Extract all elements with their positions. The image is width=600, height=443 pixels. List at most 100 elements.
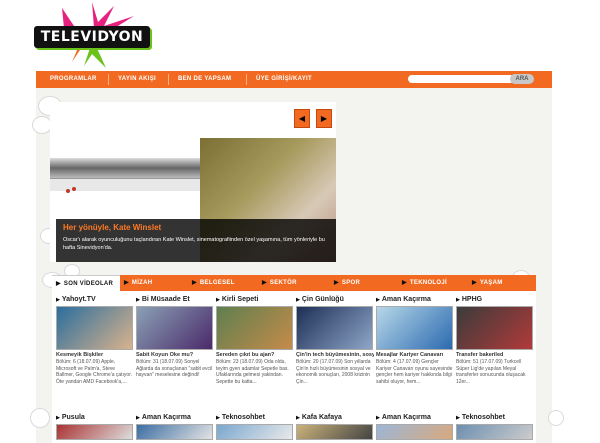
cloud-decoration: [30, 408, 50, 428]
video-card[interactable]: ▶ Teknosohbet: [216, 413, 294, 440]
card-headline[interactable]: Sereden çıkıt bu ajan?: [216, 352, 294, 359]
triangle-right-icon: ▶: [56, 281, 61, 287]
card-program-title[interactable]: ▶ Bi Müsaade Et: [136, 295, 214, 305]
tab-label: SPOR: [341, 280, 361, 286]
feature-image-table: [50, 158, 218, 178]
tab-teknoloji[interactable]: ▶ TEKNOLOJİ: [402, 275, 447, 291]
card-headline[interactable]: Sabit Koyun Oke mu?: [136, 352, 214, 359]
feature-caption[interactable]: Her yönüyle, Kate Winslet Oscar'ı alarak…: [56, 219, 336, 262]
card-headline[interactable]: Kesmeyik Bişkiler: [56, 352, 134, 359]
search-input[interactable]: [408, 75, 514, 83]
tab-mizah[interactable]: ▶ MİZAH: [124, 275, 152, 291]
video-card[interactable]: ▶ Aman Kaçırma: [376, 413, 454, 440]
triangle-right-icon: ▶: [456, 297, 460, 303]
card-thumbnail[interactable]: [216, 306, 293, 350]
nav-item-ben-de-yapsam[interactable]: BEN DE YAPSAM: [178, 71, 231, 88]
card-program-title[interactable]: ▶ Teknosohbet: [456, 413, 534, 423]
card-program-title-text: Teknosohbet: [221, 414, 265, 421]
nav-item-uye-girisi[interactable]: ÜYE GİRİŞİ/KAYIT: [256, 71, 312, 88]
triangle-right-icon: ▶: [376, 297, 380, 303]
triangle-right-icon: ▶: [56, 297, 60, 303]
category-tabs: ▶ SON VİDEOLAR ▶ MİZAH ▶ BELGESEL ▶ SEKTÖR ▶…: [52, 275, 536, 291]
tab-son-videolar[interactable]: ▶ SON VİDEOLAR: [52, 275, 120, 291]
video-card[interactable]: ▶ Teknosohbet: [456, 413, 534, 440]
triangle-right-icon: ▶: [456, 415, 460, 421]
cloud-decoration: [32, 116, 52, 134]
nav-item-programlar[interactable]: PROGRAMLAR: [50, 71, 97, 88]
nav-separator: [246, 74, 247, 85]
tab-spor[interactable]: ▶ SPOR: [334, 275, 360, 291]
card-program-title[interactable]: ▶ Yahoyt.TV: [56, 295, 134, 305]
tab-label: BELGESEL: [199, 280, 235, 286]
card-program-title[interactable]: ▶ Çin Günlüğü: [296, 295, 374, 305]
card-description: Bölüm: 6 (18.07.09) Apple, Microsoft ve …: [56, 359, 132, 385]
card-thumbnail[interactable]: [136, 424, 213, 440]
card-thumbnail[interactable]: [456, 306, 533, 350]
video-card[interactable]: ▶ Yahoyt.TV Kesmeyik Bişkiler Bölüm: 6 (18.…: [56, 295, 134, 392]
video-card[interactable]: ▶ Kirli Sepeti Sereden çıkıt bu ajan? Bölüm…: [216, 295, 294, 392]
video-card[interactable]: ▶ Kafa Kafaya: [296, 413, 374, 440]
tab-label: SEKTÖR: [269, 280, 297, 286]
card-thumbnail[interactable]: [136, 306, 213, 350]
nav-separator: [108, 74, 109, 85]
card-thumbnail[interactable]: [376, 306, 453, 350]
tab-belgesel[interactable]: ▶ BELGESEL: [192, 275, 235, 291]
card-thumbnail[interactable]: [456, 424, 533, 440]
card-program-title[interactable]: ▶ Aman Kaçırma: [376, 413, 454, 423]
triangle-right-icon: ▶: [376, 415, 380, 421]
card-program-title-text: Teknosohbet: [461, 414, 505, 421]
card-program-title-text: Kirli Sepeti: [221, 296, 259, 303]
card-thumbnail[interactable]: [296, 306, 373, 350]
slider-next-button[interactable]: ▶: [316, 109, 332, 128]
video-card[interactable]: ▶ Çin Günlüğü Çin'in tech büyümesinin, sos…: [296, 295, 374, 392]
card-program-title[interactable]: ▶ Teknosohbet: [216, 413, 294, 423]
card-thumbnail[interactable]: [296, 424, 373, 440]
video-card[interactable]: ▶ Aman Kaçırma: [136, 413, 214, 440]
card-program-title-text: Yahoyt.TV: [61, 296, 96, 303]
card-program-title-text: Aman Kaçırma: [381, 296, 431, 303]
card-program-title[interactable]: ▶ Pusula: [56, 413, 134, 423]
triangle-right-icon: ▶: [296, 415, 300, 421]
video-card[interactable]: ▶ HPHG Transfer bakeriled Bölüm: 51 (17.07.…: [456, 295, 534, 392]
video-card[interactable]: ▶ Bi Müsaade Et Sabit Koyun Oke mu? Bölüm: …: [136, 295, 214, 392]
tab-yasam[interactable]: ▶ YAŞAM: [472, 275, 503, 291]
tab-label: YAŞAM: [479, 280, 503, 286]
slider-dot[interactable]: [72, 187, 76, 191]
card-thumbnail[interactable]: [216, 424, 293, 440]
feature-title[interactable]: Her yönüyle, Kate Winslet: [63, 223, 161, 232]
logo-text: TELEVIDYON: [34, 26, 150, 48]
video-card[interactable]: ▶ Pusula: [56, 413, 134, 440]
card-thumbnail[interactable]: [376, 424, 453, 440]
card-program-title[interactable]: ▶ Kafa Kafaya: [296, 413, 374, 423]
triangle-right-icon: ▶: [216, 297, 220, 303]
card-program-title[interactable]: ▶ Kirli Sepeti: [216, 295, 294, 305]
card-thumbnail[interactable]: [56, 424, 133, 440]
card-program-title-text: Çin Günlüğü: [301, 296, 344, 303]
search-button[interactable]: ARA: [510, 74, 534, 84]
card-program-title[interactable]: ▶ HPHG: [456, 295, 534, 305]
card-program-title[interactable]: ▶ Aman Kaçırma: [376, 295, 454, 305]
video-card[interactable]: ▶ Aman Kaçırma Mesajlar Kariyer Canavarı Bö…: [376, 295, 454, 392]
feature-description: Oscar'ı alarak oyunculuğunu taçlandıran …: [63, 237, 325, 251]
slider-dot[interactable]: [66, 189, 70, 193]
card-headline[interactable]: Mesajlar Kariyer Canavarı: [376, 352, 454, 359]
card-program-title-text: Aman Kaçırma: [381, 414, 431, 421]
tab-sektor[interactable]: ▶ SEKTÖR: [262, 275, 297, 291]
nav-separator: [168, 74, 169, 85]
nav-item-yayin-akisi[interactable]: YAYIN AKIŞI: [118, 71, 156, 88]
triangle-right-icon: ▶: [296, 297, 300, 303]
tab-label: SON VİDEOLAR: [63, 281, 114, 287]
card-headline[interactable]: Transfer bakeriled: [456, 352, 534, 359]
site-logo[interactable]: TELEVIDYON: [34, 2, 150, 68]
card-program-title[interactable]: ▶ Aman Kaçırma: [136, 413, 214, 423]
tab-label: TEKNOLOJİ: [409, 280, 447, 286]
card-thumbnail[interactable]: [56, 306, 133, 350]
triangle-right-icon: ▶: [472, 280, 477, 286]
card-headline[interactable]: Çin'in tech büyümesinin, sosyal ve ekono…: [296, 352, 374, 359]
card-program-title-text: HPHG: [461, 296, 483, 303]
card-description: Bölüm: 31 (18.07.09) Sonyel Ağlarda da s…: [136, 359, 213, 378]
tab-label: MİZAH: [131, 280, 153, 286]
slider-prev-button[interactable]: ◀: [294, 109, 310, 128]
arrow-right-icon: ▶: [320, 114, 328, 123]
triangle-right-icon: ▶: [402, 280, 407, 286]
